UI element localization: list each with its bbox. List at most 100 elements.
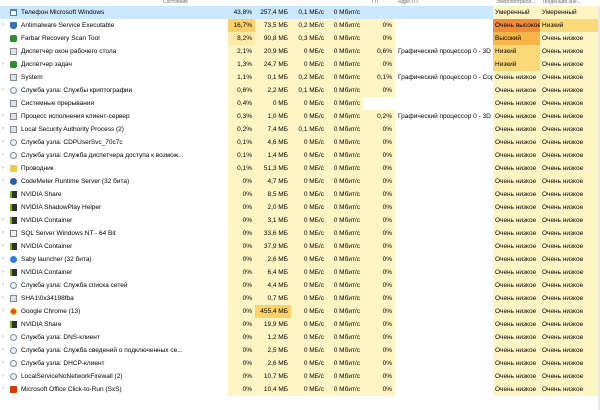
process-row[interactable]: › Служба узла: Служба диспетчера доступа … bbox=[0, 149, 600, 162]
expand-chevron-icon[interactable]: › bbox=[2, 370, 8, 383]
expand-chevron-icon[interactable]: › bbox=[2, 344, 8, 357]
gpu-cell: 0% bbox=[363, 279, 395, 292]
process-row[interactable]: System 1,1% 0,1 МБ 0,2 МБ/с 0 Мбит/с 0,1% Граф… bbox=[0, 71, 600, 84]
disk-cell: 0 МБ/с bbox=[291, 318, 327, 331]
gpu-engine-cell bbox=[395, 123, 493, 136]
process-row[interactable]: › NVIDIA Container 0% 3,1 МБ 0 МБ/с 0 Мбит/с 0… bbox=[0, 214, 600, 227]
cpu-cell: 0% bbox=[228, 305, 255, 318]
network-cell: 0 Мбит/с bbox=[327, 227, 363, 240]
process-row[interactable]: › Процесс исполнения клиент-сервер 0,3% 1,0… bbox=[0, 110, 600, 123]
disk-cell: 0 МБ/с bbox=[291, 201, 327, 214]
process-row[interactable]: Диспетчер окон рабочего стола 2,1% 20,9 МБ… bbox=[0, 45, 600, 58]
expand-chevron-icon[interactable]: › bbox=[2, 84, 8, 97]
process-row[interactable]: NVIDIA ShadowPlay Helper 0% 2,0 МБ 0 МБ/с 0 … bbox=[0, 201, 600, 214]
expand-chevron-icon[interactable]: › bbox=[2, 110, 8, 123]
process-row[interactable]: › CodeMeter Runtime Server (32 бита) 0% 4,7… bbox=[0, 175, 600, 188]
power-trend-cell: Очень низкое bbox=[540, 305, 600, 318]
process-row[interactable]: › Диспетчер задач 1,3% 24,7 МБ 0 МБ/с 0 Мбит/… bbox=[0, 58, 600, 71]
power-trend-cell: Очень низкое bbox=[540, 253, 600, 266]
process-name-cell: › Процесс исполнения клиент-сервер bbox=[0, 110, 228, 123]
expand-chevron-icon[interactable]: › bbox=[2, 266, 8, 279]
expand-chevron-icon[interactable]: › bbox=[2, 240, 8, 253]
power-usage-cell: Очень высокое bbox=[493, 19, 540, 32]
process-row[interactable]: › Служба узла: Служба сведений о подключе… bbox=[0, 344, 600, 357]
power-usage-cell: Очень низкое bbox=[493, 370, 540, 383]
process-row[interactable]: › Служба узла: DHCP-клиент 0% 2,6 МБ 0 МБ/с 0… bbox=[0, 357, 600, 370]
process-row[interactable]: › Saby launcher (32 бита) 0% 2,6 МБ 0 МБ/с 0 … bbox=[0, 253, 600, 266]
expand-chevron-icon[interactable]: › bbox=[2, 292, 8, 305]
expand-chevron-icon[interactable]: › bbox=[2, 58, 8, 71]
expand-chevron-icon[interactable]: › bbox=[2, 305, 8, 318]
disk-cell: 0,2 МБ/с bbox=[291, 19, 327, 32]
network-cell: 0 Мбит/с bbox=[327, 110, 363, 123]
expand-chevron-icon[interactable]: › bbox=[2, 162, 8, 175]
cpu-cell: 0,1% bbox=[228, 149, 255, 162]
expand-chevron-icon[interactable]: › bbox=[2, 227, 8, 240]
expand-chevron-icon[interactable]: › bbox=[2, 331, 8, 344]
process-row[interactable]: Телефон Microsoft Windows 43,8% 257,4 МБ 0,… bbox=[0, 6, 600, 19]
process-name: NVIDIA Container bbox=[21, 269, 73, 276]
gpu-engine-cell bbox=[395, 136, 493, 149]
process-row[interactable]: › NVIDIA Container 0% 37,9 МБ 0 МБ/с 0 Мбит/с… bbox=[0, 240, 600, 253]
process-name: CodeMeter Runtime Server (32 бита) bbox=[21, 178, 130, 185]
gpu-engine-cell bbox=[395, 188, 493, 201]
process-name-cell: System bbox=[0, 71, 228, 84]
process-row[interactable]: › Служба узла: Служба списка сетей 0% 4,4 М… bbox=[0, 279, 600, 292]
process-row[interactable]: › Служба узла: Службы криптографии 0,6% 2,2… bbox=[0, 84, 600, 97]
scan-tool-icon bbox=[10, 35, 17, 42]
process-row[interactable]: › LocalServiceNoNetworkFirewall (2) 0% 10,7… bbox=[0, 370, 600, 383]
network-cell: 0 Мбит/с bbox=[327, 318, 363, 331]
memory-cell: 90,8 МБ bbox=[255, 32, 291, 45]
process-row[interactable]: › Local Security Authority Process (2) 0,2… bbox=[0, 123, 600, 136]
gpu-engine-cell bbox=[395, 32, 493, 45]
power-usage-cell: Очень низкое bbox=[493, 84, 540, 97]
process-row[interactable]: NVIDIA Share 0% 8,5 МБ 0 МБ/с 0 Мбит/с 0% Очен… bbox=[0, 188, 600, 201]
process-name: Диспетчер окон рабочего стола bbox=[21, 48, 117, 55]
power-trend-cell: Очень низкое bbox=[540, 227, 600, 240]
expand-chevron-icon[interactable]: › bbox=[2, 123, 8, 136]
gpu-cell: 0% bbox=[363, 344, 395, 357]
power-usage-cell: Очень низкое bbox=[493, 149, 540, 162]
gpu-cell: 0% bbox=[363, 318, 395, 331]
process-name-cell: › SQL Server Windows NT - 64 Bit bbox=[0, 227, 228, 240]
process-row[interactable]: › SHA1\0x34198fba 0% 0,7 МБ 0 МБ/с 0 Мбит/с 0%… bbox=[0, 292, 600, 305]
process-row[interactable]: › SQL Server Windows NT - 64 Bit 0% 33,6 МБ… bbox=[0, 227, 600, 240]
process-name-cell: › Служба узла: Служба списка сетей bbox=[0, 279, 228, 292]
power-trend-cell: Очень низкое bbox=[540, 201, 600, 214]
expand-chevron-icon[interactable]: › bbox=[2, 253, 8, 266]
expand-chevron-icon[interactable]: › bbox=[2, 214, 8, 227]
process-row[interactable]: › Google Chrome (13) 0% 455,4 МБ 0 МБ/с 0 Мби… bbox=[0, 305, 600, 318]
process-row[interactable]: Системные прерывания 0,4% 0 МБ 0 МБ/с 0 Мбит… bbox=[0, 97, 600, 110]
expand-chevron-icon[interactable]: › bbox=[2, 19, 8, 32]
disk-cell: 0 МБ/с bbox=[291, 214, 327, 227]
process-row[interactable]: › Служба узла: DNS-клиент 0% 1,2 МБ 0 МБ/с 0 … bbox=[0, 331, 600, 344]
power-trend-cell: Очень низкое bbox=[540, 71, 600, 84]
process-row[interactable]: › Служба узла: CDPUserSvc_70c7c 0,1% 4,6 МБ… bbox=[0, 136, 600, 149]
expand-chevron-icon[interactable]: › bbox=[2, 136, 8, 149]
expand-chevron-icon[interactable]: › bbox=[2, 175, 8, 188]
power-trend-cell: Очень низкое bbox=[540, 292, 600, 305]
process-name-cell: › NVIDIA Container bbox=[0, 214, 228, 227]
process-name-cell: › Microsoft Office Click-to-Run (SxS) bbox=[0, 383, 228, 396]
expand-chevron-icon[interactable]: › bbox=[2, 149, 8, 162]
cpu-cell: 0,1% bbox=[228, 162, 255, 175]
expand-chevron-icon[interactable]: › bbox=[2, 383, 8, 396]
power-trend-cell: Очень низкое bbox=[540, 110, 600, 123]
gpu-engine-cell: Графический процессор 0 - Copy bbox=[398, 74, 493, 81]
gpu-cell: 0% bbox=[363, 32, 395, 45]
process-row[interactable]: NVIDIA Share 0% 19,9 МБ 0 МБ/с 0 Мбит/с 0% Оче… bbox=[0, 318, 600, 331]
expand-chevron-icon[interactable]: › bbox=[2, 357, 8, 370]
process-name: Microsoft Office Click-to-Run (SxS) bbox=[21, 386, 122, 393]
process-name-cell: › Google Chrome (13) bbox=[0, 305, 228, 318]
process-row[interactable]: › NVIDIA Container 0% 6,4 МБ 0 МБ/с 0 Мбит/с 0… bbox=[0, 266, 600, 279]
power-usage-cell: Очень низкое bbox=[493, 253, 540, 266]
gpu-cell: 0,1% bbox=[363, 71, 395, 84]
power-trend-cell: Очень низкое bbox=[540, 266, 600, 279]
disk-cell: 0 МБ/с bbox=[291, 227, 327, 240]
process-row[interactable]: › Microsoft Office Click-to-Run (SxS) 0% 10… bbox=[0, 383, 600, 396]
process-row[interactable]: › Antimalware Service Executable 16,7% 73,5… bbox=[0, 19, 600, 32]
memory-cell: 2,6 МБ bbox=[255, 253, 291, 266]
process-row[interactable]: Farbar Recovery Scan Tool 8,2% 90,8 МБ 0,3 … bbox=[0, 32, 600, 45]
expand-chevron-icon[interactable]: › bbox=[2, 279, 8, 292]
process-row[interactable]: › Проводник 0,1% 51,3 МБ 0 МБ/с 0 Мбит/с 0% Оче… bbox=[0, 162, 600, 175]
